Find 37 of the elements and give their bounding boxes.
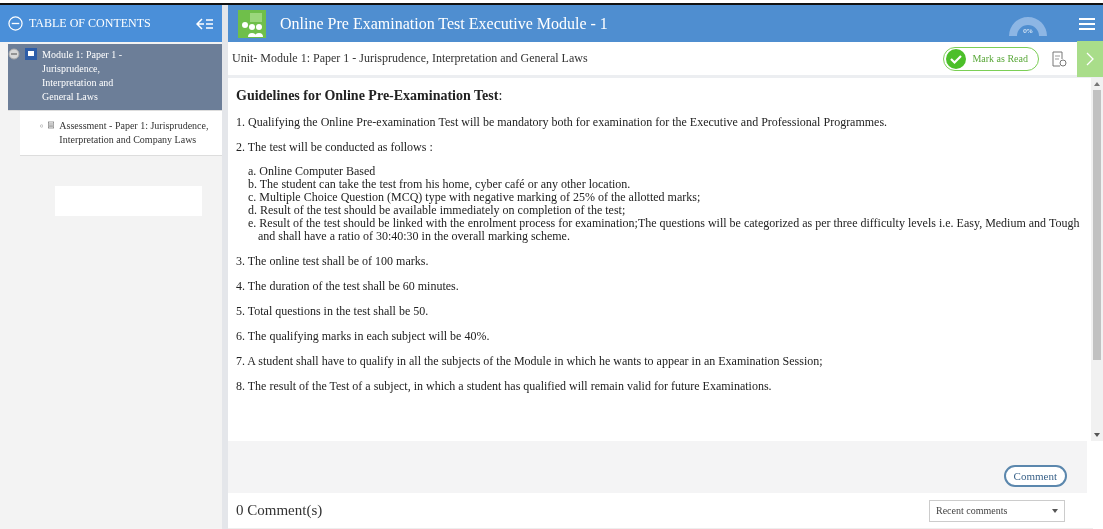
scrollbar[interactable] — [1091, 78, 1103, 441]
guideline-text: 8. The result of the Test of a subject, in which a student has qualified will remain valid for future Examinations. — [236, 379, 773, 393]
toc-item[interactable]: Assessment - Paper 1: Jurisprudence, Interpretation and Company Laws — [20, 111, 222, 156]
sort-dropdown[interactable]: Recent comments — [929, 499, 1065, 522]
list-icon — [48, 119, 55, 131]
guideline-text: 1. Qualifying the Online Pre-examination Test will be mandatory both for examination for the Executive and Professional Programmes. — [236, 115, 889, 129]
guideline-text: 7. A student shall have to qualify in all the subjects of the Module in which he wants to appear in an Examination Session; — [236, 354, 824, 368]
guideline-text: 5. Total questions in the test shall be 50. — [236, 304, 430, 318]
node-icon — [40, 123, 44, 129]
dropdown-caret-icon — [1052, 508, 1058, 513]
toc-item[interactable]: Module 1: Paper 1 - Jurisprudence, Interpretation and General Laws — [8, 44, 222, 111]
comment-button[interactable]: Comment — [1003, 465, 1067, 487]
comment-count: 0 Comment(s) — [236, 502, 324, 519]
guideline-subitem: c. Multiple Choice Question (MCQ) type with negative marking of 25% of the allotted marks; — [248, 191, 702, 204]
scroll-up-icon[interactable] — [1094, 82, 1100, 86]
scroll-down-icon[interactable] — [1094, 433, 1100, 437]
guideline-text: 3. The online test shall be of 100 marks. — [236, 254, 430, 268]
guidelines-heading: Guidelines for Online Pre-Examination Test: — [236, 88, 504, 104]
document-icon — [25, 48, 37, 60]
collapse-sidebar-icon[interactable] — [196, 16, 214, 31]
guideline-text: 2. The test will be conducted as follows : — [236, 140, 434, 154]
guideline-subitem: a. Online Computer Based — [248, 165, 377, 178]
guideline-text: 6. The qualifying marks in each subject will be 40%. — [236, 329, 491, 343]
guideline-subitem: d. Result of the test should be available immediately on completion of the test; — [248, 204, 627, 217]
guideline-subitem: b. The student can take the test from his home, cyber café or any other location. — [248, 178, 632, 191]
sidebar-title: TABLE OF CONTENTS — [29, 16, 152, 31]
unit-title: Unit- Module 1: Paper 1 - Jurisprudence, Interpretation and General Laws — [231, 51, 589, 66]
course-title: Online Pre Examination Test Executive Module - 1 — [280, 14, 609, 33]
chevron-right-icon — [1086, 51, 1094, 66]
menu-icon[interactable] — [1079, 16, 1095, 31]
users-icon — [238, 9, 266, 38]
notes-icon[interactable] — [1051, 50, 1067, 67]
next-button[interactable] — [1077, 40, 1103, 77]
guideline-text: 4. The duration of the test shall be 60 minutes. — [236, 279, 460, 293]
collapse-icon[interactable] — [8, 16, 23, 31]
check-icon — [946, 48, 967, 69]
guideline-subitem: e. Result of the test should be linked with the enrolment process for examination;The questions will be categorized as per three difficulty levels i.e. Easy, Medium and Tough and shall have a ratio of 30:40:30 in the overall marking scheme. — [248, 217, 1081, 243]
